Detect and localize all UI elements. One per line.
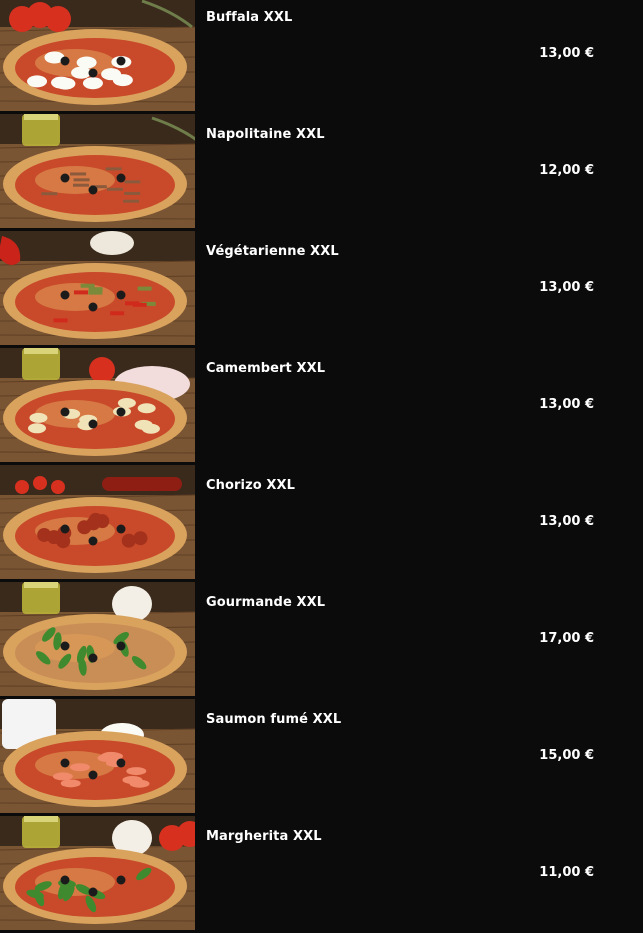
pizza-menu-list: Buffala XXL 13,00 € Napolitaine XXL 12,0… (0, 0, 643, 933)
pizza-buffala-image (0, 0, 195, 111)
item-name: Buffala XXL (206, 10, 293, 25)
menu-item-saumon-fume[interactable]: Saumon fumé XXL 15,00 € (0, 699, 643, 816)
menu-item-gourmande[interactable]: Gourmande XXL 17,00 € (0, 582, 643, 699)
item-price: 11,00 € (539, 865, 594, 880)
pizza-napolitaine-image (0, 114, 195, 228)
pizza-margherita-image (0, 816, 195, 930)
item-name: Chorizo XXL (206, 478, 296, 493)
item-name: Végétarienne XXL (206, 244, 339, 259)
menu-item-buffala[interactable]: Buffala XXL 13,00 € (0, 0, 643, 114)
item-price: 17,00 € (539, 631, 594, 646)
item-price: 13,00 € (539, 46, 594, 61)
item-price: 12,00 € (539, 163, 594, 178)
menu-item-chorizo[interactable]: Chorizo XXL 13,00 € (0, 465, 643, 582)
pizza-buffala-image (0, 0, 195, 111)
menu-item-margherita[interactable]: Margherita XXL 11,00 € (0, 816, 643, 933)
pizza-vegetarienne-image (0, 231, 195, 345)
item-name: Camembert XXL (206, 361, 326, 376)
pizza-saumon-fume-image (0, 699, 195, 813)
pizza-vegetarienne-image (0, 231, 195, 345)
item-name: Saumon fumé XXL (206, 712, 342, 727)
pizza-napolitaine-image (0, 114, 195, 228)
menu-item-vegetarienne[interactable]: Végétarienne XXL 13,00 € (0, 231, 643, 348)
pizza-chorizo-image (0, 465, 195, 579)
pizza-camembert-image (0, 348, 195, 462)
item-price: 13,00 € (539, 280, 594, 295)
item-name: Gourmande XXL (206, 595, 326, 610)
menu-item-camembert[interactable]: Camembert XXL 13,00 € (0, 348, 643, 465)
pizza-gourmande-image (0, 582, 195, 696)
item-price: 13,00 € (539, 397, 594, 412)
pizza-saumon-fume-image (0, 699, 195, 813)
pizza-margherita-image (0, 816, 195, 930)
pizza-chorizo-image (0, 465, 195, 579)
item-price: 13,00 € (539, 514, 594, 529)
item-price: 15,00 € (539, 748, 594, 763)
pizza-gourmande-image (0, 582, 195, 696)
item-name: Napolitaine XXL (206, 127, 325, 142)
item-name: Margherita XXL (206, 829, 322, 844)
menu-item-napolitaine[interactable]: Napolitaine XXL 12,00 € (0, 114, 643, 231)
pizza-camembert-image (0, 348, 195, 462)
